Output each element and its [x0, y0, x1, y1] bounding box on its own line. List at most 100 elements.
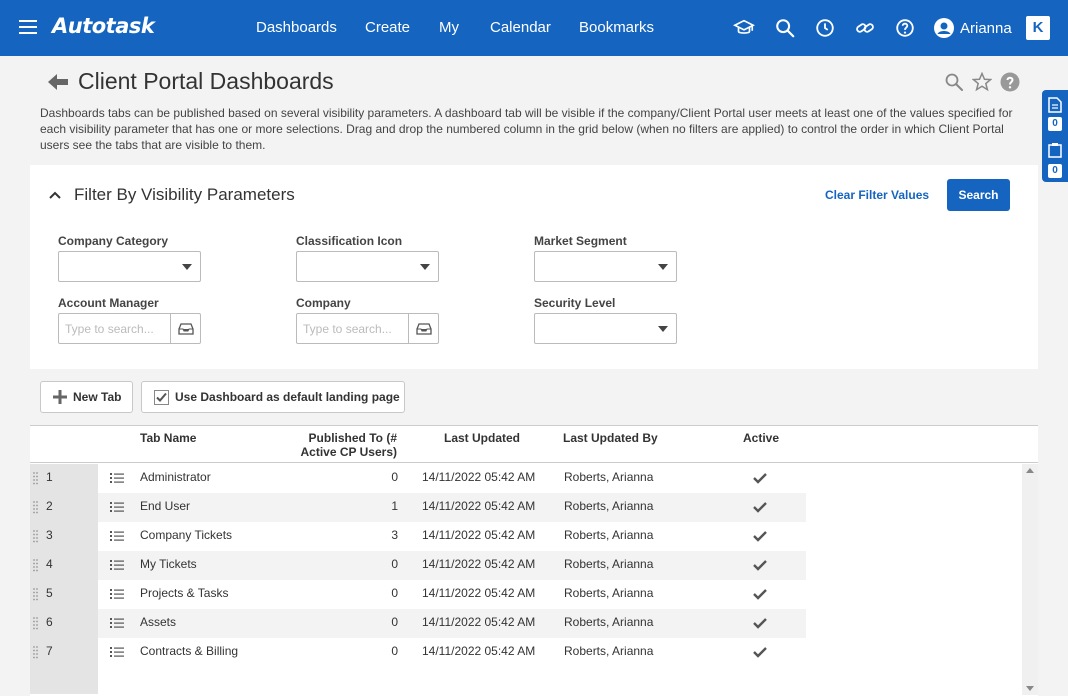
tab-name-cell[interactable]: Company Tickets [140, 528, 232, 542]
account-manager-input[interactable] [59, 314, 171, 343]
header-active[interactable]: Active [743, 431, 779, 445]
nav-create[interactable]: Create [365, 19, 410, 36]
drag-handle-cell[interactable]: 6 [30, 609, 98, 638]
table-row[interactable]: 1 Administrator 0 14/11/2022 05:42 AM Robert… [30, 464, 806, 493]
nav-dashboards[interactable]: Dashboards [256, 19, 337, 36]
new-tab-label: New Tab [73, 390, 122, 404]
grid-header: Tab Name Published To (# Active CP Users… [30, 426, 1038, 463]
tab-name-cell[interactable]: Administrator [140, 470, 211, 484]
header-last-updated-by[interactable]: Last Updated By [563, 431, 658, 445]
drag-handle-cell[interactable]: 4 [30, 551, 98, 580]
company-field [296, 313, 439, 344]
row-context-menu-icon[interactable] [110, 646, 124, 658]
last-updated-by-cell: Roberts, Arianna [564, 644, 654, 658]
search-button[interactable]: Search [947, 179, 1010, 211]
default-landing-page-toggle[interactable]: Use Dashboard as default landing page [141, 381, 405, 413]
row-order-number: 7 [46, 644, 53, 658]
grid-scrollbar[interactable] [1022, 464, 1038, 695]
company-label: Company [296, 296, 351, 310]
classification-icon-select[interactable] [296, 251, 439, 282]
search-icon[interactable] [774, 17, 796, 39]
row-context-menu-icon[interactable] [110, 472, 124, 484]
drag-grip-icon[interactable] [33, 500, 38, 514]
active-check-icon [753, 618, 767, 629]
link-icon[interactable] [854, 17, 876, 39]
filter-panel: Filter By Visibility Parameters Clear Fi… [30, 165, 1038, 369]
row-context-menu-icon[interactable] [110, 530, 124, 542]
chevron-up-icon [49, 191, 61, 199]
user-menu[interactable]: Arianna [934, 17, 1012, 39]
drag-handle-cell[interactable]: 7 [30, 638, 98, 667]
new-tab-button[interactable]: New Tab [40, 381, 133, 413]
active-check-icon [753, 502, 767, 513]
company-category-select[interactable] [58, 251, 201, 282]
security-level-select[interactable] [534, 313, 677, 344]
drag-grip-icon[interactable] [33, 471, 38, 485]
hamburger-menu-icon[interactable] [19, 20, 37, 34]
row-context-menu-icon[interactable] [110, 559, 124, 571]
row-context-menu-icon[interactable] [110, 501, 124, 513]
table-row[interactable]: 5 Projects & Tasks 0 14/11/2022 05:42 AM Rob… [30, 580, 806, 609]
table-row[interactable]: 4 My Tickets 0 14/11/2022 05:42 AM Roberts, … [30, 551, 806, 580]
drag-grip-icon[interactable] [33, 645, 38, 659]
graduation-cap-icon[interactable] [733, 17, 755, 39]
default-landing-label: Use Dashboard as default landing page [175, 390, 400, 404]
caret-down-icon [658, 326, 668, 332]
right-side-rail: 0 0 [1042, 90, 1068, 182]
user-name: Arianna [960, 19, 1012, 37]
star-icon[interactable] [972, 72, 992, 92]
drag-grip-icon[interactable] [33, 529, 38, 543]
row-context-menu-icon[interactable] [110, 617, 124, 629]
drag-grip-icon[interactable] [33, 558, 38, 572]
drag-handle-cell[interactable]: 3 [30, 522, 98, 551]
search-icon[interactable] [944, 72, 964, 92]
table-row[interactable]: 7 Contracts & Billing 0 14/11/2022 05:42 AM… [30, 638, 806, 667]
clear-filter-values-link[interactable]: Clear Filter Values [825, 188, 929, 202]
help-icon[interactable] [894, 17, 916, 39]
filter-panel-toggle[interactable]: Filter By Visibility Parameters [48, 185, 295, 205]
active-check-icon [753, 589, 767, 600]
classification-icon-label: Classification Icon [296, 234, 403, 248]
tab-name-cell[interactable]: Contracts & Billing [140, 644, 238, 658]
row-order-number: 5 [46, 586, 53, 600]
document-icon[interactable] [1048, 97, 1062, 113]
clipboard-icon[interactable] [1048, 142, 1062, 158]
drag-grip-icon[interactable] [33, 587, 38, 601]
clock-icon[interactable] [814, 17, 836, 39]
checkbox-checked-icon[interactable] [154, 389, 169, 405]
top-navigation-bar: Autotask Dashboards Create My Calendar B… [0, 0, 1068, 56]
table-row[interactable]: 3 Company Tickets 3 14/11/2022 05:42 AM Robe… [30, 522, 806, 551]
header-published-to-line2: Active CP Users) [300, 445, 398, 459]
help-icon[interactable] [1000, 72, 1020, 92]
plus-icon [53, 390, 67, 404]
header-last-updated[interactable]: Last Updated [444, 431, 520, 445]
drag-handle-cell[interactable]: 1 [30, 464, 98, 493]
k-app-badge[interactable]: K [1026, 16, 1050, 40]
company-input[interactable] [297, 314, 409, 343]
table-row[interactable]: 6 Assets 0 14/11/2022 05:42 AM Roberts, Aria… [30, 609, 806, 638]
tab-name-cell[interactable]: My Tickets [140, 557, 197, 571]
drag-grip-icon[interactable] [33, 616, 38, 630]
market-segment-select[interactable] [534, 251, 677, 282]
back-arrow-icon[interactable] [47, 72, 69, 92]
scroll-down-arrow-icon[interactable] [1026, 686, 1034, 691]
header-tab-name[interactable]: Tab Name [140, 431, 196, 445]
drag-handle-cell[interactable]: 5 [30, 580, 98, 609]
caret-down-icon [420, 264, 430, 270]
table-row[interactable]: 2 End User 1 14/11/2022 05:42 AM Roberts, Ar… [30, 493, 806, 522]
published-count-cell: 3 [391, 528, 398, 542]
company-picker-button[interactable] [408, 314, 438, 343]
tab-name-cell[interactable]: End User [140, 499, 190, 513]
scroll-up-arrow-icon[interactable] [1026, 468, 1034, 473]
nav-calendar[interactable]: Calendar [490, 19, 551, 36]
tab-name-cell[interactable]: Assets [140, 615, 176, 629]
account-manager-picker-button[interactable] [170, 314, 200, 343]
drag-handle-cell[interactable]: 2 [30, 493, 98, 522]
autotask-logo[interactable]: Autotask [52, 14, 155, 38]
title-actions [944, 72, 1020, 92]
header-published-to[interactable]: Published To (# Active CP Users) [300, 431, 398, 459]
nav-bookmarks[interactable]: Bookmarks [579, 19, 654, 36]
nav-my[interactable]: My [439, 19, 459, 36]
tab-name-cell[interactable]: Projects & Tasks [140, 586, 228, 600]
row-context-menu-icon[interactable] [110, 588, 124, 600]
